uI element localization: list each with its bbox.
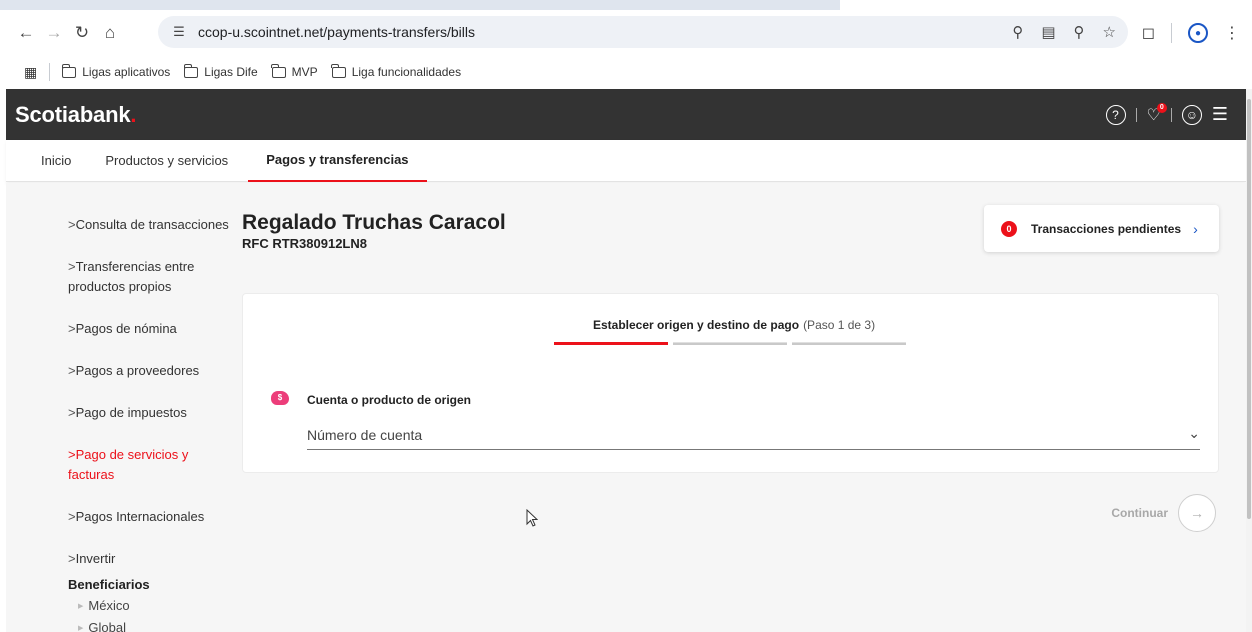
bookmark-ligas-dife[interactable]: Ligas Dife: [183, 63, 258, 79]
more-menu-icon[interactable]: ⋮: [1224, 23, 1240, 43]
sidebar-heading-beneficiarios: Beneficiarios: [68, 577, 150, 592]
page-content: >Consulta de transacciones >Transferenci…: [6, 183, 1246, 632]
bookmarks-divider: [49, 63, 51, 81]
sidebar-item-pago-servicios-facturas[interactable]: >Pago de servicios y facturas: [68, 445, 238, 485]
payment-form-card: Establecer origen y destino de pago (Paso…: [242, 293, 1219, 473]
bookmark-mvp[interactable]: MVP: [271, 63, 318, 79]
pending-label: Transacciones pendientes: [1031, 221, 1182, 236]
extensions-icon[interactable]: ◻: [1142, 23, 1155, 43]
browser-tabstrip: [0, 0, 840, 10]
sidebar-item-pago-impuestos[interactable]: >Pago de impuestos: [68, 403, 238, 423]
sidebar-sub-mexico[interactable]: ▶ México: [78, 598, 238, 613]
notification-badge: 0: [1156, 102, 1167, 113]
folder-icon: [61, 63, 77, 78]
bookmark-liga-funcionalidades[interactable]: Liga funcionalidades: [331, 63, 461, 79]
origin-account-label: Cuenta o producto de origen: [307, 393, 471, 407]
step-progress: [554, 342, 906, 345]
folder-icon: [271, 63, 286, 78]
nav-productos-y-servicios[interactable]: Productos y servicios: [105, 140, 228, 182]
progress-segment-1: [554, 342, 668, 345]
nav-inicio[interactable]: Inicio: [41, 140, 71, 182]
sidebar: >Consulta de transacciones >Transferenci…: [68, 215, 238, 632]
step-counter: (Paso 1 de 3): [803, 318, 876, 332]
scotiabank-logo[interactable]: Scotiabank.: [15, 102, 136, 128]
pending-transactions-button[interactable]: 0 Transacciones pendientes ›: [984, 205, 1219, 252]
folder-icon: [331, 63, 346, 78]
notifications-bell-icon[interactable]: ♡ 0: [1147, 102, 1167, 125]
nav-pagos-y-transferencias[interactable]: Pagos y transferencias: [248, 140, 427, 182]
continue-button[interactable]: Continuar →: [1111, 494, 1216, 532]
client-rfc: RFC RTR380912LN8: [242, 236, 367, 251]
mouse-cursor-icon: [526, 509, 538, 527]
sidebar-item-consulta-transacciones[interactable]: >Consulta de transacciones: [68, 215, 238, 235]
client-name: Regalado Truchas Caracol: [242, 211, 506, 234]
progress-segment-2: [673, 342, 787, 345]
home-icon[interactable]: ⌂: [96, 19, 124, 47]
step-title: Establecer origen y destino de pago (Paso…: [593, 318, 876, 332]
chevron-down-icon: ⌄: [1188, 425, 1200, 441]
header-divider: [1135, 107, 1137, 122]
location-icon[interactable]: ⚲: [1012, 23, 1023, 41]
header-divider: [1170, 107, 1172, 122]
sidebar-item-invertir[interactable]: >Invertir: [68, 549, 238, 569]
address-bar[interactable]: ☰ ccop-u.scointnet.net/payments-transfer…: [158, 16, 1128, 48]
apps-grid-icon[interactable]: ▦: [24, 64, 37, 81]
sidebar-sub-global[interactable]: ▶ Global: [78, 620, 238, 632]
sidebar-item-pagos-internacionales[interactable]: >Pagos Internacionales: [68, 507, 238, 527]
sidebar-item-pagos-proveedores[interactable]: >Pagos a proveedores: [68, 361, 238, 381]
page-scrollbar[interactable]: [1246, 89, 1252, 632]
app-header: Scotiabank. ? ♡ 0 ☺ ☰: [6, 89, 1246, 140]
sidebar-item-transferencias-propios[interactable]: >Transferencias entre productos propios: [68, 257, 238, 297]
site-info-icon[interactable]: ☰: [168, 24, 190, 40]
user-profile-icon[interactable]: ☺: [1181, 104, 1202, 125]
sidebar-item-pagos-nomina[interactable]: >Pagos de nómina: [68, 319, 238, 339]
origin-account-select[interactable]: Número de cuenta ⌄: [307, 420, 1200, 450]
continue-label: Continuar: [1111, 506, 1168, 520]
bookmarks-bar: ▦ Ligas aplicativos Ligas Dife MVP Liga …: [0, 56, 1252, 88]
scrollbar-thumb[interactable]: [1247, 99, 1251, 519]
bookmark-ligas-aplicativos[interactable]: Ligas aplicativos: [61, 63, 170, 79]
zoom-icon[interactable]: ⚲: [1074, 23, 1085, 41]
bookmark-star-icon[interactable]: ☆: [1103, 23, 1116, 41]
triangle-right-icon: ▶: [78, 602, 84, 610]
browser-toolbar: ← → ↻ ⌂ ☰ ccop-u.scointnet.net/payments-…: [0, 10, 1252, 56]
forward-icon[interactable]: →: [40, 19, 68, 47]
hamburger-menu-icon[interactable]: ☰: [1212, 104, 1228, 125]
arrow-right-icon: →: [1178, 494, 1216, 532]
progress-segment-3: [792, 342, 906, 345]
chevron-right-icon: ›: [1193, 220, 1198, 237]
url-text[interactable]: ccop-u.scointnet.net/payments-transfers/…: [198, 24, 475, 40]
reload-icon[interactable]: ↻: [68, 19, 96, 47]
pending-count-badge: 0: [1001, 220, 1017, 237]
profile-icon[interactable]: ●: [1188, 23, 1208, 43]
translate-icon[interactable]: ▤: [1041, 23, 1055, 41]
folder-icon: [183, 63, 199, 78]
help-icon[interactable]: ?: [1105, 104, 1126, 125]
toolbar-divider: [1171, 23, 1172, 43]
back-icon[interactable]: ←: [12, 19, 40, 47]
piggy-bank-icon: $: [271, 391, 289, 405]
triangle-right-icon: ▶: [78, 624, 84, 632]
main-nav: Inicio Productos y servicios Pagos y tra…: [6, 140, 1246, 182]
origin-account-placeholder: Número de cuenta: [307, 426, 423, 443]
